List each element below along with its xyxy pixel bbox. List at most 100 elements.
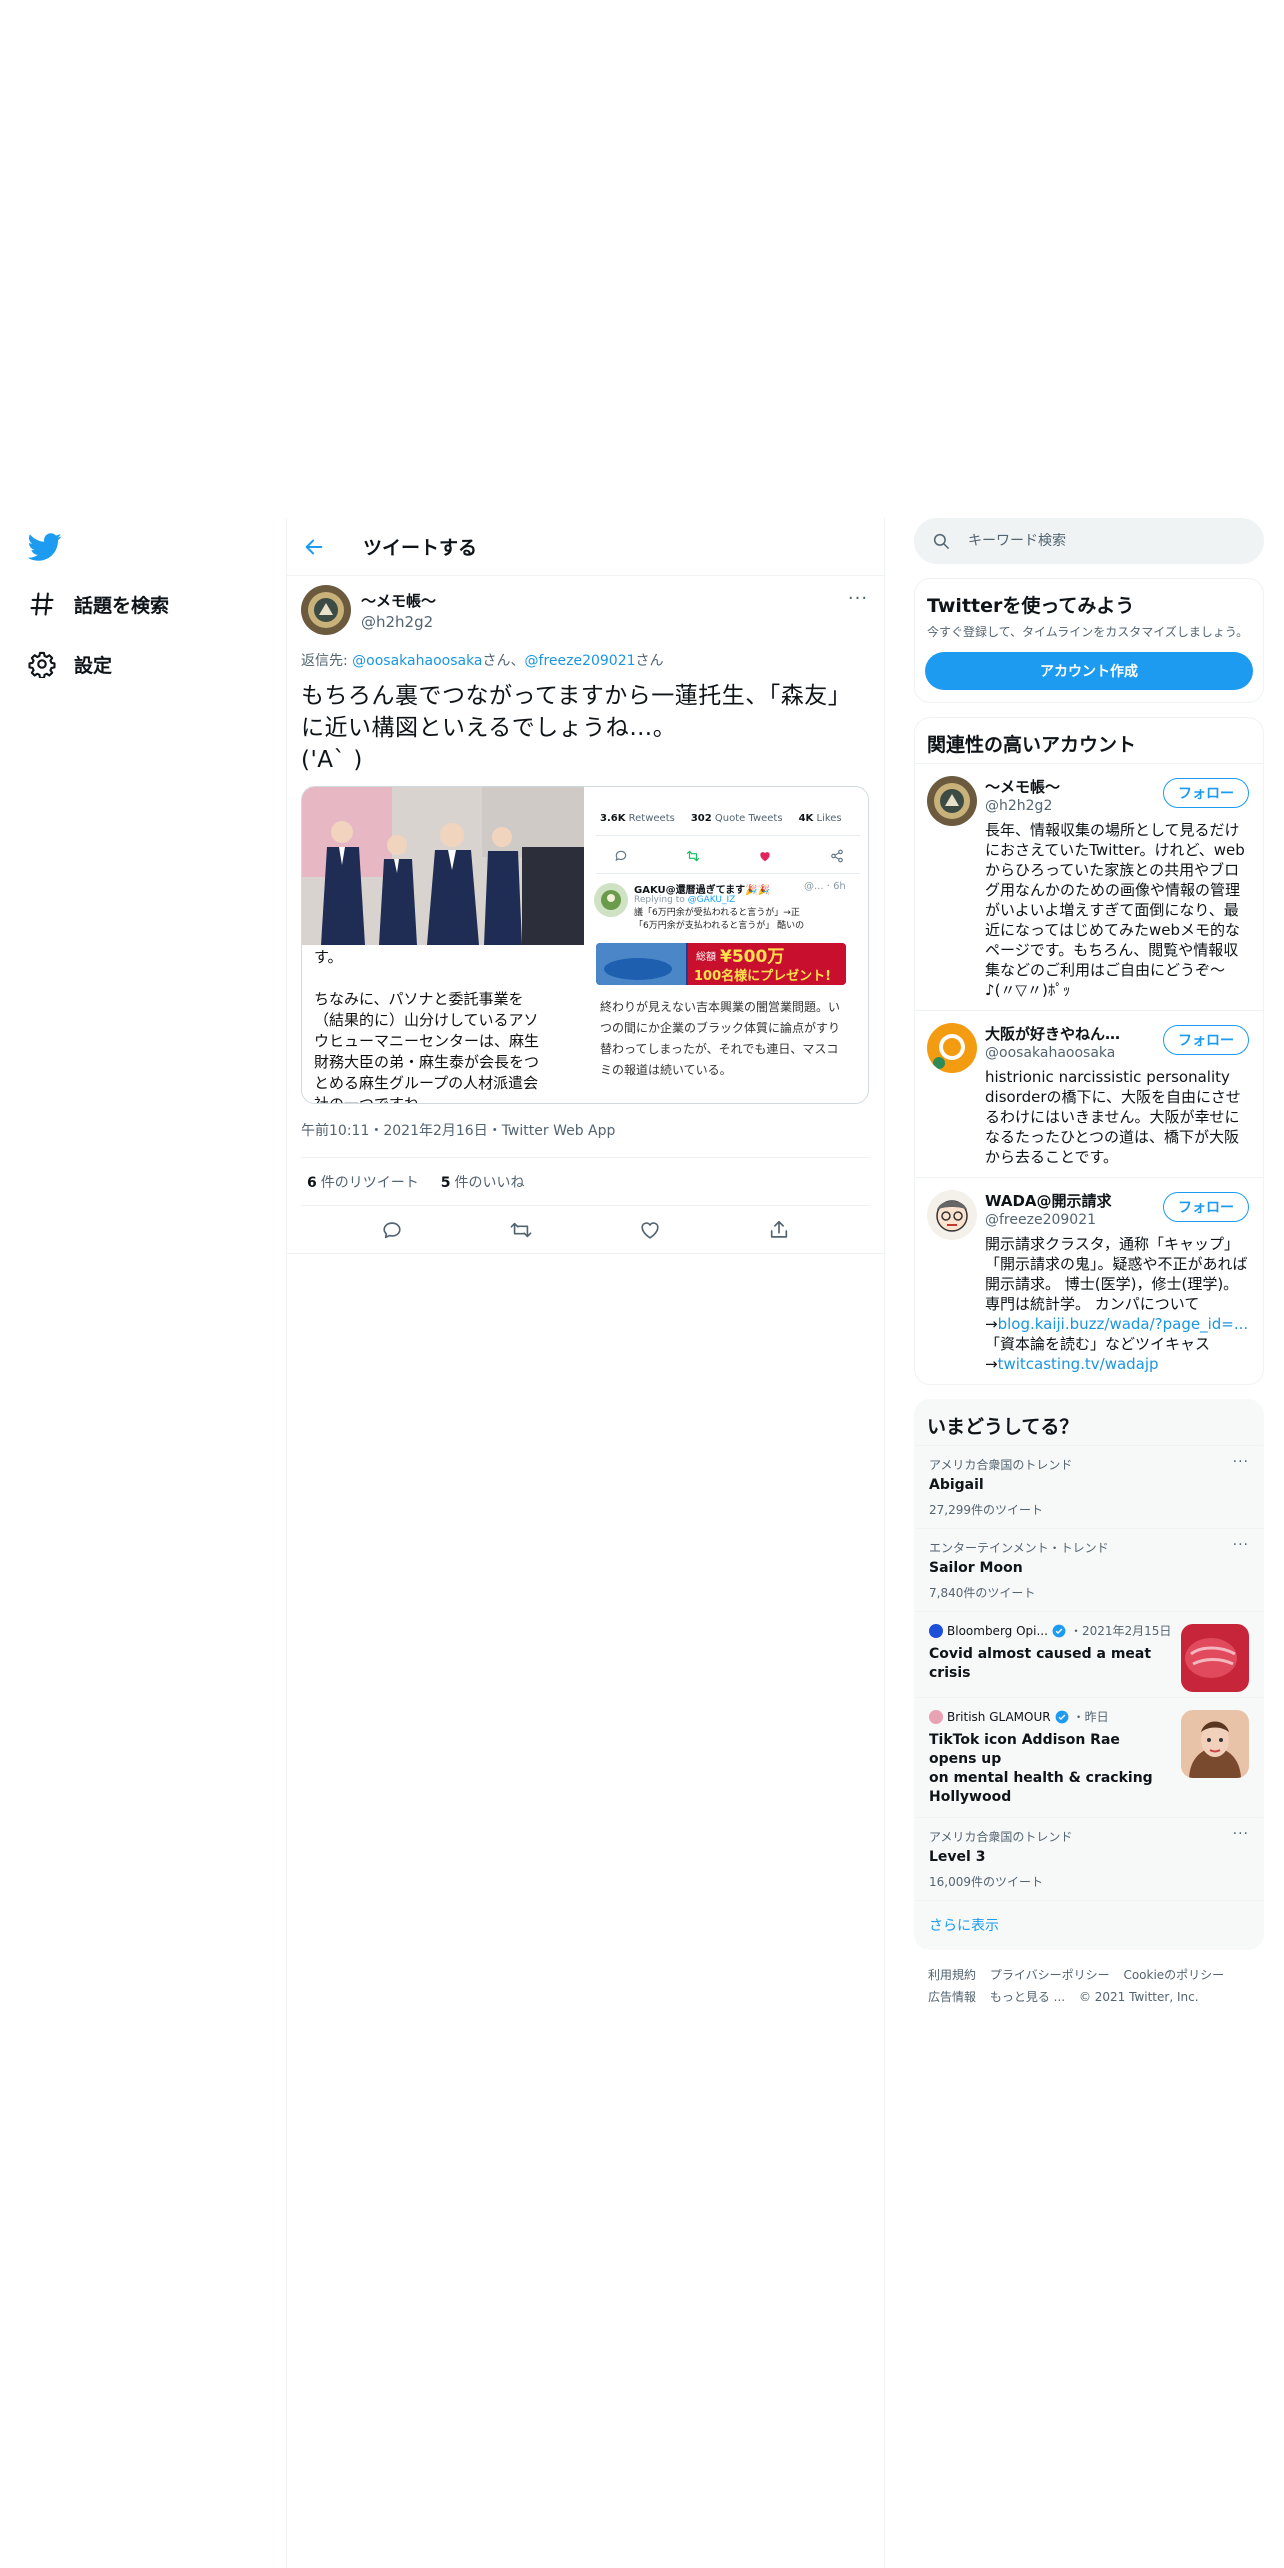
share-icon[interactable] (768, 1219, 790, 1241)
reply-mid: さん、 (482, 653, 525, 669)
search-input[interactable] (968, 533, 1228, 549)
ss-reply-avatar (594, 883, 628, 917)
signup-description: 今すぐ登録して、タイムラインをカスタマイズしましょう。 (927, 625, 1249, 639)
retweet-icon[interactable] (510, 1219, 532, 1241)
media-image-left[interactable]: す。 ちなみに、パソナと委託事業を （結果的に）山分けしているアソ ウヒューマニ… (302, 787, 584, 1104)
account-bio-link[interactable]: twitcasting.tv/wadajp (998, 1355, 1159, 1373)
trend-name: Abigail (929, 1477, 984, 1493)
account-bio-link[interactable]: blog.kaiji.buzz/wada/?page_id=... (998, 1315, 1249, 1333)
account-name[interactable]: 大阪が好きやねん@... (985, 1023, 1135, 1044)
glamour-logo-icon (929, 1709, 943, 1724)
footer-more-link[interactable]: もっと見る ... (990, 1990, 1065, 2004)
news-item[interactable]: Bloomberg Opi... ・2021年2月15日 Covid almos… (915, 1611, 1263, 1697)
account-avatar[interactable] (927, 1023, 977, 1073)
news-title: TikTok icon Addison Rae opens up on ment… (929, 1732, 1153, 1805)
ss-likes: 4K (798, 813, 814, 824)
like-stat[interactable]: 5 件のいいね (441, 1172, 525, 1192)
tweet-text: もちろん裏でつながってますから一蓮托生、「森友」 に近い構図といえるでしょうね…… (301, 683, 852, 773)
account-avatar[interactable] (927, 1190, 977, 1240)
ss-likes-label: Likes (816, 813, 842, 824)
footer-terms-link[interactable]: 利用規約 (928, 1968, 976, 1982)
page-title: ツイートする (363, 537, 478, 559)
ss-quotes: 302 (690, 813, 712, 824)
news-title: Covid almost caused a meat crisis (929, 1646, 1152, 1681)
more-options-icon[interactable]: ··· (846, 588, 870, 609)
ss-ad-banner: 総額 ¥500万 100名様にプレゼント! (596, 943, 846, 985)
trend-context: エンターテインメント・トレンド (929, 1541, 1109, 1555)
ss-banner-label-2: 100名様にプレゼント! (694, 968, 831, 984)
signup-title: Twitterを使ってみよう (927, 595, 1135, 617)
author-name[interactable]: ～メモ帳～ (361, 590, 436, 611)
nav-explore[interactable]: 話題を検索 (28, 584, 169, 624)
account-avatar[interactable] (927, 776, 977, 826)
show-more-link[interactable]: さらに表示 (915, 1900, 1263, 1949)
follow-button[interactable]: フォロー (1163, 1025, 1249, 1055)
bloomberg-logo-icon (929, 1623, 943, 1638)
reply-user-link-1[interactable]: @oosakahaoosaka (352, 653, 482, 669)
search-icon (932, 532, 950, 550)
trend-count: 7,840件のツイート (929, 1586, 1036, 1600)
like-icon[interactable] (639, 1219, 661, 1241)
account-item[interactable]: ～メモ帳～ @h2h2g2 長年、情報収集の場所として見るだけにおさえていたTw… (915, 763, 1263, 1010)
author-avatar[interactable] (301, 585, 351, 635)
more-options-icon[interactable]: ··· (1233, 1537, 1249, 1553)
tweet-media[interactable]: す。 ちなみに、パソナと委託事業を （結果的に）山分けしているアソ ウヒューマニ… (301, 786, 869, 1104)
ss-replying-user: @GAKU_IZ (687, 895, 736, 905)
trend-count: 27,299件のツイート (929, 1503, 1043, 1517)
search-box[interactable] (914, 518, 1264, 564)
tweet-author-row: ～メモ帳～ @h2h2g2 ··· (301, 578, 870, 642)
tweet-timestamp[interactable]: 午前10:11・2021年2月16日・Twitter Web App (301, 1120, 870, 1158)
news-time: ・2021年2月15日 (1069, 1624, 1172, 1638)
nav-settings[interactable]: 設定 (28, 644, 112, 684)
account-name[interactable]: WADA@開示請求 (985, 1190, 1135, 1211)
news-photo (302, 787, 584, 945)
reply-icon[interactable] (381, 1219, 403, 1241)
retweet-stat[interactable]: 6 件のリツイート (307, 1172, 419, 1192)
account-name[interactable]: ～メモ帳～ (985, 776, 1135, 797)
column-divider-right (884, 518, 885, 2568)
trends-title: いまどうしてる？ (927, 1416, 1079, 1438)
author-handle[interactable]: @h2h2g2 (361, 613, 436, 631)
footer-ads-link[interactable]: 広告情報 (928, 1990, 976, 2004)
news-time: ・昨日 (1072, 1710, 1109, 1724)
verified-badge-icon (1055, 1710, 1069, 1723)
more-options-icon[interactable]: ··· (1233, 1454, 1249, 1470)
news-thumbnail (1181, 1710, 1249, 1778)
footer-cookie-link[interactable]: Cookieのポリシー (1123, 1968, 1224, 1982)
ss-retweets: 3.6K (600, 813, 626, 824)
footer-copyright: © 2021 Twitter, Inc. (1078, 1990, 1199, 2004)
ss-like-icon (760, 852, 770, 862)
create-account-button[interactable]: アカウント作成 (925, 652, 1253, 690)
gear-icon (28, 650, 56, 678)
reply-suffix: さん (635, 653, 664, 669)
ss-replying-to: Replying to @GAKU_IZ (634, 895, 735, 905)
account-item[interactable]: 大阪が好きやねん@... @oosakahaoosaka histrionic … (915, 1010, 1263, 1177)
twitter-logo-icon[interactable] (28, 530, 62, 564)
account-item[interactable]: WADA@開示請求 @freeze209021 開示請求クラスタ，通称「キャップ… (915, 1177, 1263, 1384)
related-title: 関連性の高いアカウント (927, 734, 1137, 756)
retweet-label: 件のリツイート (320, 1174, 419, 1191)
follow-button[interactable]: フォロー (1163, 1192, 1249, 1222)
trend-item[interactable]: エンターテインメント・トレンド Sailor Moon 7,840件のツイート … (915, 1528, 1263, 1611)
main-column: ツイートする ～メモ帳～ @h2h2g2 ··· 返信先: @oosakahao… (287, 518, 884, 1254)
trend-item[interactable]: アメリカ合衆国のトレンド Level 3 16,009件のツイート ··· (915, 1817, 1263, 1900)
trend-item[interactable]: アメリカ合衆国のトレンド Abigail 27,299件のツイート ··· (915, 1445, 1263, 1528)
follow-button[interactable]: フォロー (1163, 778, 1249, 808)
trends-card: いまどうしてる？ アメリカ合衆国のトレンド Abigail 27,299件のツイ… (914, 1399, 1264, 1950)
main-header: ツイートする (287, 518, 884, 576)
back-arrow-icon[interactable] (303, 536, 325, 558)
retweet-count: 6 (307, 1174, 317, 1191)
media-image-right[interactable]: 3.6K Retweets 302 Quote Tweets 4K Likes (586, 787, 868, 1103)
footer-privacy-link[interactable]: プライバシーポリシー (990, 1968, 1110, 1982)
ss-reply-body: 議「6万円余が受払われると言うが」→正 「6万円余が支払われると言うが」 酷いの (634, 908, 805, 931)
footer-links: 利用規約 プライバシーポリシー Cookieのポリシー 広告情報 もっと見る .… (914, 1950, 1264, 2022)
more-options-icon[interactable]: ··· (1233, 1826, 1249, 1842)
news-item[interactable]: British GLAMOUR ・昨日 TikTok icon Addison … (915, 1697, 1263, 1817)
article-text: す。 ちなみに、パソナと委託事業を （結果的に）山分けしているアソ ウヒューマニ… (314, 948, 540, 1104)
reply-user-link-2[interactable]: @freeze209021 (525, 653, 636, 669)
screenshot-news-text: 終わりが見えない吉本興業の闇営業問題。い つの間にか企業のブラック体質に論点がす… (600, 1000, 841, 1077)
trend-count: 16,009件のツイート (929, 1875, 1043, 1889)
trend-context: アメリカ合衆国のトレンド (929, 1830, 1073, 1844)
hashtag-icon (28, 590, 56, 618)
reply-prefix: 返信先: (301, 653, 353, 669)
